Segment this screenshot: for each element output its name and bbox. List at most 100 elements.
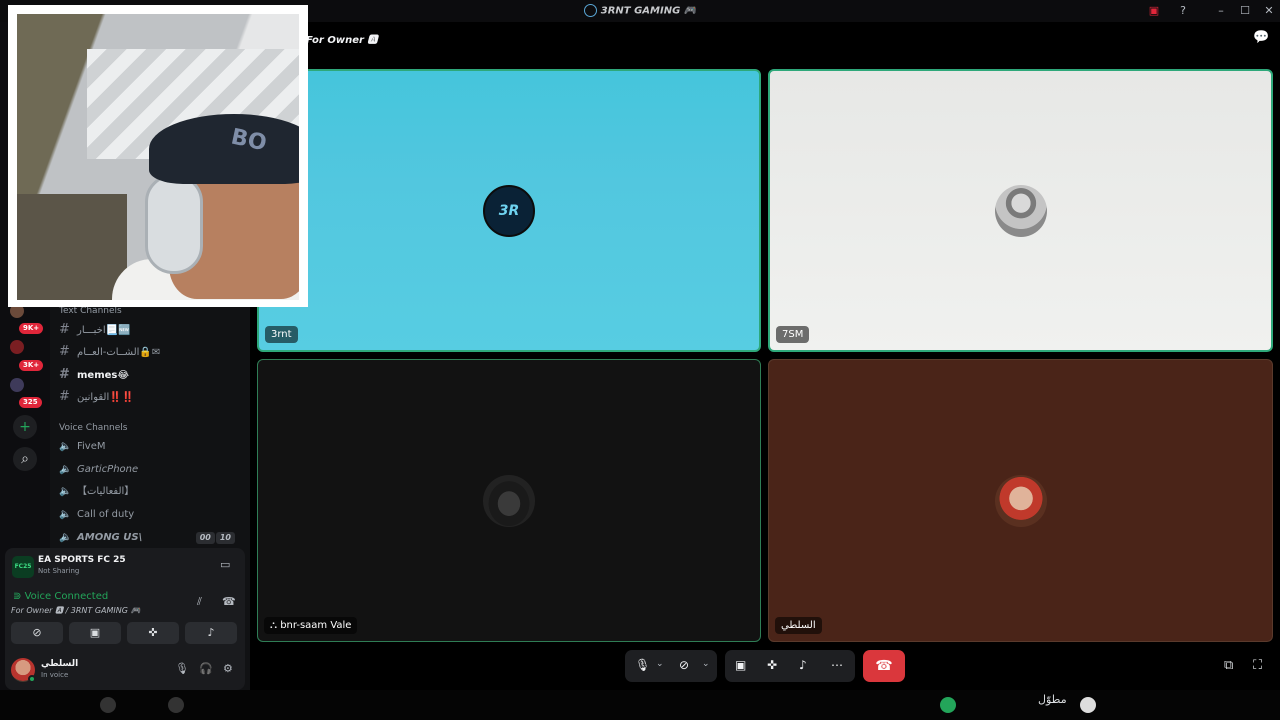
popout-icon[interactable]: ⧉ — [1224, 658, 1233, 673]
participant-tile[interactable]: السلطي — [768, 359, 1273, 642]
headset-earcup — [145, 174, 203, 274]
speaker-icon: 🔈 — [59, 532, 72, 543]
channel-label: الشــات-العــام🔒✉ — [77, 347, 161, 358]
speaker-icon: 🔈 — [59, 486, 72, 497]
speaker-icon: 🔈 — [59, 509, 72, 520]
voice-channel-item[interactable]: 🔈 FiveM — [59, 437, 245, 457]
user-count: 00 — [195, 532, 215, 544]
camera-preview[interactable]: BO — [8, 5, 308, 307]
camera-off-icon: ⊘ — [32, 626, 42, 639]
participant-name: 3rnt — [265, 326, 298, 343]
avatar — [994, 184, 1047, 237]
noise-suppression-icon[interactable]: ⫽ — [197, 595, 202, 609]
game-sharing-status: Not Sharing — [38, 567, 80, 575]
voice-channel-item[interactable]: 🔈 AMONG US\ 00 10 — [59, 528, 245, 548]
screen-share-button[interactable]: ▣ — [69, 622, 121, 644]
hash-icon: # — [59, 367, 70, 382]
microphone-icon[interactable]: 🎙 — [635, 658, 650, 672]
channel-label: القوانين‼️‼️ — [77, 392, 135, 403]
taskbar-app-icon[interactable] — [1080, 697, 1096, 713]
soundboard-button[interactable]: ♪ — [185, 622, 237, 644]
cast-icon[interactable]: ▣ — [1147, 4, 1161, 18]
speaker-icon: 🔈 — [59, 441, 72, 452]
call-channel-title: For Owner 🅰 — [306, 35, 378, 46]
gamepad-icon: ✜ — [148, 626, 158, 639]
channel-item[interactable]: # الشــات-العــام🔒✉ — [59, 342, 245, 362]
maximize-icon[interactable]: ☐ — [1238, 4, 1252, 18]
settings-gear-icon[interactable]: ⚙ — [223, 662, 233, 675]
participant-name: السلطي — [775, 617, 822, 634]
chat-icon[interactable]: 💬 — [1253, 30, 1269, 45]
participant-tile[interactable]: 3R 3rnt — [257, 69, 761, 352]
camera-off-icon[interactable]: ⊘ — [679, 658, 689, 672]
background-shadow — [17, 194, 127, 300]
gamepad-icon[interactable]: ✜ — [767, 658, 777, 672]
speaker-icon: 🔈 — [59, 464, 72, 475]
game-name: EA SPORTS FC 25 — [38, 555, 126, 565]
taskbar-app-icon[interactable] — [100, 697, 116, 713]
participant-tile[interactable]: 7SM — [768, 69, 1273, 352]
server-avatar[interactable] — [10, 340, 24, 354]
channel-label: FiveM — [77, 441, 106, 452]
avatar: 3R — [483, 184, 535, 237]
mute-icon[interactable]: 🎙 — [175, 662, 189, 675]
voice-connected-status[interactable]: ⋑ Voice Connected — [13, 591, 108, 602]
chevron-down-icon[interactable]: ⌄ — [656, 659, 664, 669]
channel-label: اخبـــار📃🆕 — [77, 325, 131, 336]
hangup-button[interactable]: ☎ — [863, 650, 905, 682]
stream-game-icon[interactable]: ▭ — [220, 558, 230, 571]
hash-icon: # — [59, 344, 70, 359]
avatar[interactable] — [11, 658, 36, 683]
add-server-button[interactable]: + — [13, 415, 37, 439]
user-limit: 10 — [215, 532, 235, 544]
channel-item[interactable]: # memes😂 — [59, 365, 245, 385]
game-icon: FC25 — [12, 556, 34, 578]
channel-item[interactable]: # اخبـــار📃🆕 — [59, 320, 245, 340]
discover-icon[interactable]: ⌕ — [13, 447, 37, 471]
user-limit-badge: 00 10 — [195, 532, 235, 544]
activity-controls: ▣ ✜ ♪ ⋯ — [725, 650, 855, 682]
avatar — [994, 474, 1047, 527]
category-text-channels[interactable]: Text Channels — [59, 306, 122, 316]
user-panel: FC25 EA SPORTS FC 25 Not Sharing ▭ ⋑ Voi… — [5, 548, 245, 690]
taskbar-label: مطوّل — [1038, 693, 1067, 706]
channel-label: Call of duty — [77, 509, 135, 520]
more-icon[interactable]: ⋯ — [831, 658, 843, 672]
voice-channel-path[interactable]: For Owner 🅰 / 3RNT GAMING 🎮 — [11, 605, 140, 616]
channel-label: 【الفعاليات】 — [77, 486, 135, 497]
fullscreen-icon[interactable]: ⛶ — [1253, 658, 1262, 673]
channel-label: AMONG US\ — [77, 532, 143, 543]
activity-button[interactable]: ✜ — [127, 622, 179, 644]
camera-video: BO — [17, 14, 299, 300]
soundboard-icon: ♪ — [207, 626, 215, 639]
server-avatar[interactable] — [10, 378, 24, 392]
voice-channel-item[interactable]: 🔈 GarticPhone — [59, 460, 245, 480]
chevron-down-icon[interactable]: ⌄ — [702, 659, 710, 669]
participant-tile[interactable]: ⛬ bnr-saam Vale — [257, 359, 761, 642]
taskbar-app-icon[interactable] — [940, 697, 956, 713]
cap-logo: BO — [228, 124, 269, 157]
audio-video-controls: 🎙 ⌄ ⊘ ⌄ — [625, 650, 717, 682]
minimize-icon[interactable]: – — [1214, 4, 1228, 18]
voice-channel-item[interactable]: 🔈 【الفعاليات】 — [59, 482, 245, 502]
participant-name: 7SM — [776, 326, 810, 343]
channel-label: GarticPhone — [77, 464, 139, 475]
screen-share-icon[interactable]: ▣ — [735, 658, 746, 672]
camera-toggle-button[interactable]: ⊘ — [11, 622, 63, 644]
help-icon[interactable]: ? — [1176, 4, 1190, 18]
hash-icon: # — [59, 389, 70, 404]
person-cap: BO — [149, 114, 299, 184]
category-voice-channels[interactable]: Voice Channels — [59, 423, 127, 433]
online-status-dot — [28, 675, 36, 683]
close-icon[interactable]: ✕ — [1262, 4, 1276, 18]
disconnect-icon[interactable]: ☎ — [222, 595, 236, 608]
channel-item[interactable]: # القوانين‼️‼️ — [59, 387, 245, 407]
playstation-icon: ⛬ — [270, 620, 281, 631]
server-badge: 3K+ — [19, 360, 44, 371]
taskbar-app-icon[interactable] — [168, 697, 184, 713]
headphones-icon[interactable]: 🎧 — [199, 662, 213, 675]
soundboard-icon[interactable]: ♪ — [799, 658, 807, 672]
participant-name: ⛬ bnr-saam Vale — [264, 617, 358, 634]
voice-channel-item[interactable]: 🔈 Call of duty — [59, 505, 245, 525]
user-name: السلطي — [41, 659, 79, 669]
